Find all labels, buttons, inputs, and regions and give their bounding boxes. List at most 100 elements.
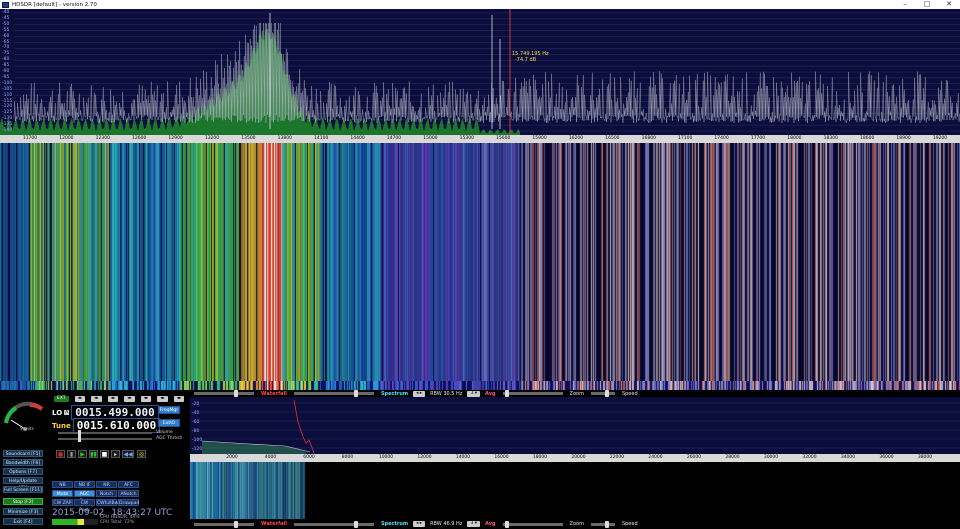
soundcard-button[interactable]: Soundcard [F5] xyxy=(3,450,43,457)
db-scale-label: -95 xyxy=(2,74,10,80)
ext-button[interactable]: EXT xyxy=(54,396,69,402)
db-scale-label: -135 xyxy=(2,122,13,128)
waterfall-contrast-slider[interactable] xyxy=(194,390,254,397)
frequency-tick-label: 12600 xyxy=(132,136,147,141)
audio-frequency-tick-label: 32000 xyxy=(802,455,817,460)
control-panel: S-units Soundcard [F5] Bandwidth [F6] Op… xyxy=(0,390,190,529)
quick-button-7[interactable]: ◂▸ xyxy=(173,396,185,402)
fast-forward-icon[interactable]: ▸ xyxy=(111,450,120,458)
help-update-button[interactable]: Help/Update [F1] xyxy=(3,477,43,491)
audio-frequency-tick-label: 30000 xyxy=(763,455,779,460)
notch-button[interactable]: Notch xyxy=(96,490,117,497)
quick-button-3[interactable]: ◂▸ xyxy=(107,396,119,402)
quick-button-2[interactable]: ◂▸ xyxy=(91,396,102,402)
play-icon[interactable]: ▶ xyxy=(78,450,87,458)
speed-slider[interactable] xyxy=(590,390,615,397)
audio-frequency-tick-label: 12000 xyxy=(417,455,432,460)
frequency-axis[interactable]: 11700 12000 12300 12600 12900 13200 13500 13800… xyxy=(0,135,960,143)
cpu-total: Total: 72% xyxy=(110,520,135,525)
drawpad-button[interactable]: Drawpad xyxy=(118,499,139,506)
nr-button[interactable]: NR xyxy=(96,481,117,488)
cw-fullbw-button[interactable]: CWfullBw xyxy=(96,499,118,506)
anotch-button[interactable]: ANotch xyxy=(118,490,139,497)
minimize-button[interactable]: – xyxy=(894,0,916,9)
audio-waterfall-level-slider[interactable] xyxy=(293,520,374,528)
frequency-tick-label: 12900 xyxy=(168,136,183,141)
db-scale-label: -105 xyxy=(2,86,13,92)
frequency-tick-label: 19200 xyxy=(932,136,948,141)
audio-frequency-axis[interactable]: 2000 4000 6000 8000 10000 12000 14000 16000 1800… xyxy=(190,454,960,462)
mute-button[interactable]: Mute xyxy=(52,490,73,497)
nb-button[interactable]: NB xyxy=(52,481,73,488)
audio-frequency-tick-label: 14000 xyxy=(455,455,471,460)
audio-avg-select[interactable]: 3 ▾ xyxy=(467,521,480,527)
cpu2-label: CPU xyxy=(100,520,110,525)
freqmgr-button[interactable]: FreqMgr xyxy=(158,406,180,414)
cw-zap-button[interactable]: CW ZAP xyxy=(52,499,73,506)
quick-button-1[interactable]: ◂▸ xyxy=(74,396,86,402)
full-screen-button[interactable]: Full Screen [F11] xyxy=(3,486,43,493)
rf-waterfall[interactable] xyxy=(0,143,960,381)
afc-button[interactable]: AFC xyxy=(118,481,139,488)
record-icon[interactable]: ● xyxy=(56,450,65,458)
pause-icon[interactable]: ▮▮ xyxy=(89,450,98,458)
exit-button[interactable]: Exit [F4] xyxy=(3,518,43,525)
audio-spectrum[interactable]: -20 -40 -60 -80 -100 -120 xyxy=(190,397,960,454)
audio-zoom-slider[interactable] xyxy=(502,520,563,528)
nb-if-button[interactable]: NB IF xyxy=(74,481,95,488)
audio-frequency-tick-label: 24000 xyxy=(648,455,663,460)
audio-db-label: -120 xyxy=(192,446,202,452)
stop-button[interactable]: Stop [F2] xyxy=(3,498,43,505)
frequency-tick-label: 17400 xyxy=(714,136,729,141)
db-scale-label: -60 xyxy=(2,33,10,39)
audio-db-label: -60 xyxy=(192,419,199,425)
volume-label: Volume xyxy=(156,430,173,435)
volume-slider[interactable] xyxy=(58,430,152,436)
quick-button-5[interactable]: ◂▸ xyxy=(140,396,152,402)
rewind-skip-icon[interactable]: ◀◀ xyxy=(122,450,134,458)
minimize-app-button[interactable]: Minimize [F3] xyxy=(3,508,43,515)
window-title: HDSDR [default] - version 2.70 xyxy=(12,1,97,8)
audio-rbw-stepper[interactable]: ◂ ▸ xyxy=(413,521,426,527)
close-button[interactable]: ✕ xyxy=(938,0,960,9)
bandwidth-button[interactable]: Bandwidth [F6] xyxy=(3,459,43,466)
marker-readout: 15.749.195 Hz -74.7 dB xyxy=(512,51,549,63)
stop-icon[interactable]: ■ xyxy=(100,450,109,458)
options-button[interactable]: Options [F7] xyxy=(3,468,43,475)
avg-select[interactable]: 3 ▾ xyxy=(467,390,480,397)
audio-frequency-tick-label: 16000 xyxy=(494,455,509,460)
db-scale-label: -65 xyxy=(2,39,10,45)
rewind-icon[interactable]: ▮ xyxy=(67,450,76,458)
waterfall-level-slider[interactable] xyxy=(293,390,374,397)
db-scale-label: -120 xyxy=(2,104,13,110)
quick-button-6[interactable]: ◂▸ xyxy=(157,396,168,402)
quick-button-4[interactable]: ◂▸ xyxy=(124,396,135,402)
rf-spectrum[interactable]: -40 -45 -50 -55 -60 -65 -70 -75 -80 -85 -90 -95 -100… xyxy=(0,9,960,135)
cw-peak-button[interactable]: CW Peak xyxy=(74,499,95,513)
title-bar: HDSDR [default] - version 2.70 – □ ✕ xyxy=(0,0,960,9)
tune-frequency-row: Tune 0015.610.000 xyxy=(52,418,161,433)
audio-waterfall-contrast-slider[interactable] xyxy=(194,520,254,528)
zoom-slider[interactable] xyxy=(502,390,563,397)
maximize-button[interactable]: □ xyxy=(916,0,938,9)
frequency-tick-label: 18000 xyxy=(787,136,802,141)
extio-button[interactable]: ExtIO xyxy=(158,419,180,427)
audio-spectrum-label: Spectrum xyxy=(380,521,409,527)
agc-fast-button[interactable]: AGC Fast xyxy=(74,490,95,504)
frequency-tick-label: 12300 xyxy=(95,136,110,141)
cpu-meter xyxy=(52,519,98,525)
audio-db-label: -100 xyxy=(192,437,202,443)
tune-frequency-display[interactable]: 0015.610.000 xyxy=(72,418,161,433)
frequency-tick-label: 15300 xyxy=(459,136,474,141)
agc-threshold-slider[interactable] xyxy=(58,436,152,442)
audio-rbw-label: RBW 46.9 Hz xyxy=(430,521,463,527)
avg-label: Avg xyxy=(485,390,496,397)
audio-display-controls: Waterfall Spectrum ◂ ▸ RBW 46.9 Hz 3 ▾ A… xyxy=(190,519,960,529)
loop-icon[interactable]: ◎ xyxy=(137,450,146,458)
audio-speed-slider[interactable] xyxy=(590,520,615,528)
audio-frequency-tick-label: 8000 xyxy=(341,455,354,460)
rbw-stepper[interactable]: ◂ ▸ xyxy=(413,390,426,397)
frequency-tick-label: 14400 xyxy=(350,136,365,141)
audio-waterfall[interactable] xyxy=(190,462,960,519)
lo-vfo-selector[interactable]: A xyxy=(64,410,70,415)
